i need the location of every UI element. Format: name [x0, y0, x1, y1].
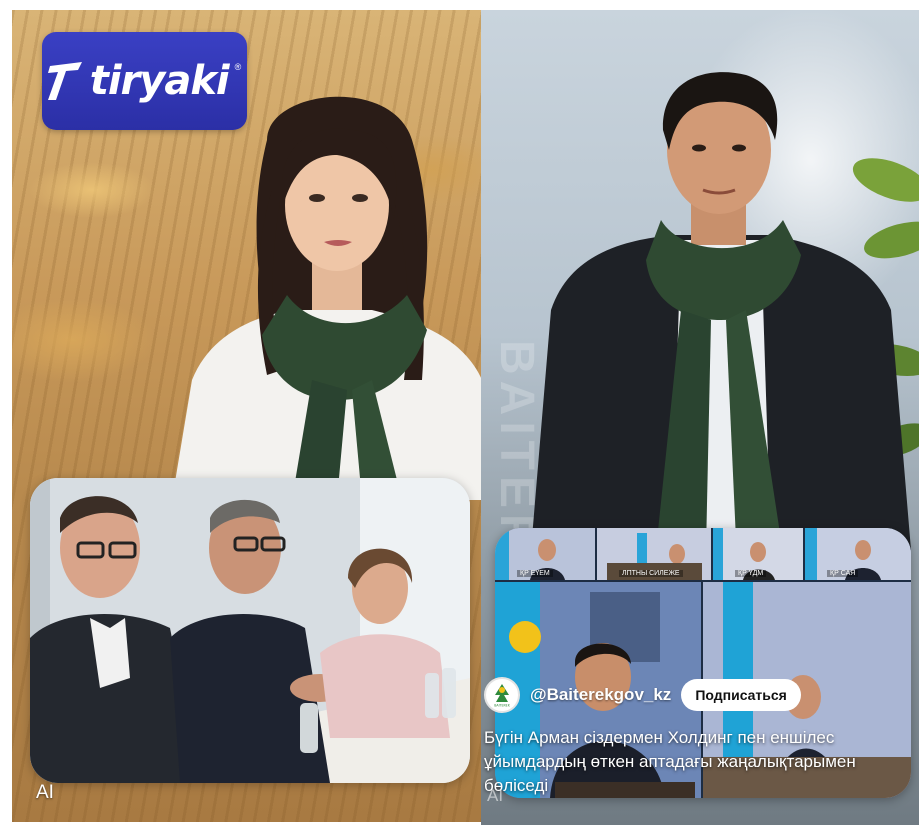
video-tile: ҚР САЯ	[805, 528, 911, 580]
registered-mark: ®	[234, 62, 242, 72]
video-tile-label: ЛПТНЫ СИЛЕЖЕ	[619, 570, 683, 577]
video-tile-label: ҚР ҮДМ	[735, 570, 767, 577]
video-tile-label: ҚР САЯ	[827, 570, 859, 577]
account-row: BAITEREK @Baiterekgov_kz Подписаться	[484, 677, 801, 713]
ad-gallery: tiryaki ® AI BAITEREK ҚР ЕҮЕМ ЛПТНЫ СИЛЕ…	[0, 0, 919, 825]
video-tile: ҚР ҮДМ	[713, 528, 803, 580]
tiryaki-logo-mark-icon	[47, 62, 82, 100]
video-tile-label: ҚР ЕҮЕМ	[517, 570, 553, 577]
man-model-image	[531, 72, 911, 550]
ai-generated-badge: AI	[487, 786, 504, 805]
account-handle[interactable]: @Baiterekgov_kz	[530, 685, 671, 705]
post-caption: Бүгін Арман сіздермен Холдинг пен еншіле…	[484, 728, 856, 795]
woman-model-image	[172, 96, 482, 500]
tiryaki-ad-card[interactable]: tiryaki ® AI	[12, 10, 482, 822]
ai-generated-badge: AI	[36, 782, 54, 803]
video-tile: ЛПТНЫ СИЛЕЖЕ	[597, 528, 711, 580]
avatar-caption: BAITEREK	[494, 704, 510, 708]
baiterek-ad-card[interactable]: BAITEREK ҚР ЕҮЕМ ЛПТНЫ СИЛЕЖЕ ҚР ҮДМ ҚР …	[481, 10, 919, 825]
baiterek-logo-icon: BAITEREK	[487, 680, 517, 710]
video-tile: ҚР ЕҮЕМ	[495, 528, 595, 580]
tiryaki-logo[interactable]: tiryaki ®	[42, 32, 247, 130]
meeting-photo	[30, 478, 470, 783]
baiterek-avatar[interactable]: BAITEREK	[484, 677, 520, 713]
meeting-photo-inset	[30, 478, 470, 783]
subscribe-button[interactable]: Подписаться	[681, 679, 801, 711]
tiryaki-brand-text: tiryaki	[89, 58, 230, 104]
